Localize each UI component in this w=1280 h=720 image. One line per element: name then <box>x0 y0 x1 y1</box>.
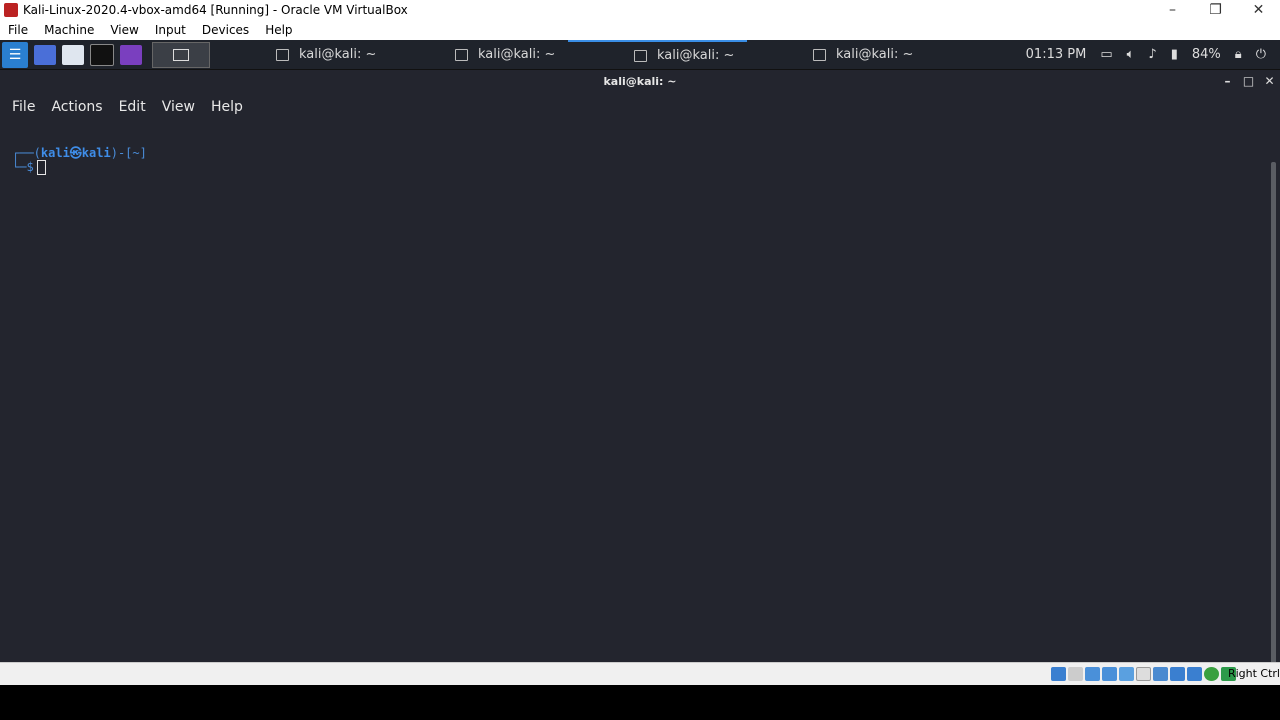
terminal-launcher-icon[interactable] <box>90 43 114 66</box>
system-tray: 01:13 PM ▭ 🔈︎ ♪ ▮ 84% 🔒︎ ⏻ <box>1026 40 1280 69</box>
minimize-button[interactable]: – <box>1151 0 1194 20</box>
battery-icon[interactable]: ▮ <box>1171 47 1178 62</box>
taskbar-item-2[interactable]: kali@kali: ~ <box>389 40 568 69</box>
lock-icon[interactable]: 🔒︎ <box>1235 47 1242 62</box>
guest-screen: ☰ kali@kali: ~ kali@kali: ~ kali@kali: ~… <box>0 40 1280 662</box>
notification-bell-icon[interactable]: ♪ <box>1148 47 1156 62</box>
prompt-symbol: └─$ <box>12 160 34 174</box>
volume-icon[interactable]: 🔈︎ <box>1127 47 1135 62</box>
terminal-icon <box>455 48 468 61</box>
workspace-1-icon <box>173 48 189 61</box>
prompt-suffix: )-[~] <box>110 146 147 160</box>
terminal-scrollbar[interactable] <box>1271 162 1276 662</box>
host-key-label: Right Ctrl <box>1227 667 1280 680</box>
workspace-switcher[interactable] <box>152 41 210 68</box>
usb-icon[interactable] <box>1119 667 1134 681</box>
virtualbox-status-bar: Right Ctrl <box>0 662 1280 685</box>
xfce-top-panel: ☰ kali@kali: ~ kali@kali: ~ kali@kali: ~… <box>0 40 1280 70</box>
terminal-maximize-icon[interactable]: □ <box>1238 74 1259 88</box>
status-icons <box>1051 667 1236 681</box>
power-icon[interactable]: ⏻ <box>1256 47 1266 62</box>
terminal-icon <box>813 48 826 61</box>
restore-button[interactable]: ❐ <box>1194 0 1237 20</box>
taskbar-label: kali@kali: ~ <box>836 47 914 62</box>
battery-percent: 84% <box>1191 47 1221 62</box>
taskbar-label: kali@kali: ~ <box>299 47 377 62</box>
recording-icon[interactable] <box>1170 667 1185 681</box>
terminal-window: kali@kali: ~ – □ ✕ File Actions Edit Vie… <box>0 70 1280 662</box>
terminal-menu-edit[interactable]: Edit <box>111 99 154 115</box>
prompt-line-2: └─$ <box>12 160 46 175</box>
terminal-menu-view[interactable]: View <box>154 99 203 115</box>
audio-icon[interactable] <box>1085 667 1100 681</box>
virtualbox-title-bar: Kali-Linux-2020.4-vbox-amd64 [Running] -… <box>0 0 1280 20</box>
file-manager-icon[interactable] <box>62 44 84 65</box>
close-button[interactable]: ✕ <box>1237 0 1280 20</box>
terminal-close-icon[interactable]: ✕ <box>1259 74 1280 88</box>
menu-view[interactable]: View <box>102 23 146 37</box>
optical-drive-icon[interactable] <box>1068 667 1083 681</box>
taskbar-item-1[interactable]: kali@kali: ~ <box>210 40 389 69</box>
browser-icon[interactable] <box>120 44 142 65</box>
desktop-icon[interactable] <box>34 44 56 65</box>
cpu-icon[interactable] <box>1187 667 1202 681</box>
virtualbox-app-icon <box>4 3 18 17</box>
taskbar-label: kali@kali: ~ <box>478 47 556 62</box>
taskbar-item-3[interactable]: kali@kali: ~ <box>568 40 747 69</box>
terminal-title-bar: kali@kali: ~ – □ ✕ <box>0 70 1280 92</box>
mouse-integration-icon[interactable] <box>1204 667 1219 681</box>
terminal-icon <box>634 49 647 62</box>
window-controls: – ❐ ✕ <box>1151 0 1280 20</box>
prompt-user: kali㉿kali <box>40 146 111 160</box>
taskbar-label: kali@kali: ~ <box>657 48 735 63</box>
menu-machine[interactable]: Machine <box>36 23 102 37</box>
terminal-minimize-icon[interactable]: – <box>1217 74 1238 88</box>
terminal-menu-help[interactable]: Help <box>203 99 251 115</box>
display-settings-icon[interactable] <box>1153 667 1168 681</box>
hard-disk-icon[interactable] <box>1051 667 1066 681</box>
terminal-window-controls: – □ ✕ <box>1217 70 1280 92</box>
terminal-title: kali@kali: ~ <box>603 74 677 88</box>
terminal-output[interactable]: ┌──(kali㉿kali)-[~] └─$ <box>0 122 1268 662</box>
taskbar-item-4[interactable]: kali@kali: ~ <box>747 40 926 69</box>
menu-devices[interactable]: Devices <box>194 23 257 37</box>
network-icon[interactable] <box>1102 667 1117 681</box>
shared-folders-icon[interactable] <box>1136 667 1151 681</box>
prompt-prefix: ┌──( <box>12 146 41 160</box>
terminal-icon <box>276 48 289 61</box>
virtualbox-menu-bar: File Machine View Input Devices Help <box>0 20 1280 40</box>
menu-help[interactable]: Help <box>257 23 300 37</box>
window-title: Kali-Linux-2020.4-vbox-amd64 [Running] -… <box>23 3 408 17</box>
text-cursor <box>36 160 46 175</box>
terminal-menu-file[interactable]: File <box>4 99 43 115</box>
prompt-line-1: ┌──(kali㉿kali)-[~] <box>12 144 147 161</box>
clock[interactable]: 01:13 PM <box>1026 47 1087 62</box>
menu-input[interactable]: Input <box>147 23 194 37</box>
menu-file[interactable]: File <box>0 23 36 37</box>
terminal-menu-bar: File Actions Edit View Help <box>0 92 1280 122</box>
terminal-menu-actions[interactable]: Actions <box>43 99 110 115</box>
kali-menu-icon[interactable]: ☰ <box>2 41 28 68</box>
display-icon[interactable]: ▭ <box>1100 47 1112 62</box>
